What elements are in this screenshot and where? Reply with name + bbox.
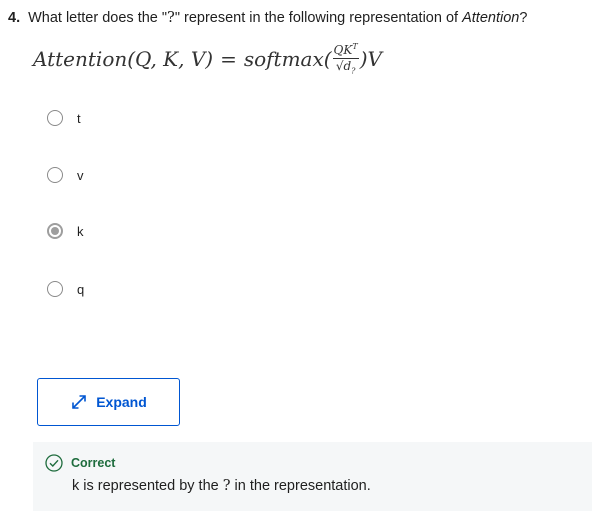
radio-button[interactable] [47,281,63,297]
expand-button[interactable]: Expand [37,378,180,426]
formula-numerator-sup: T [352,42,358,51]
formula-denominator-sub: ? [351,66,356,76]
question-text-middle: " represent in the following representat… [174,10,463,26]
expand-button-label: Expand [96,394,147,410]
radio-button[interactable] [47,167,63,183]
expand-arrows-icon [70,393,88,411]
attention-formula: Attention(Q, K, V) = softmax( QKT √d? )V [33,40,382,77]
question-term: Attention [462,10,520,26]
explanation-before: k is represented by the [72,478,223,494]
question-text-end: ? [519,10,528,26]
question-text: 4. What letter does the "?" represent in … [8,8,586,28]
formula-lhs: Attention(Q, K, V) [33,46,214,71]
radio-button[interactable] [47,110,63,126]
feedback-panel: Correct k is represented by the ? in the… [33,442,592,511]
formula-numerator-base: QK [333,43,353,57]
formula-equals: = [220,46,237,71]
explanation-symbol: ? [222,478,231,494]
question-symbol: ? [167,10,175,26]
formula-denominator-root: √d [335,59,352,73]
option-label: t [77,110,81,126]
option-q[interactable]: q [47,278,84,300]
option-k[interactable]: k [47,220,84,242]
option-t[interactable]: t [47,107,81,129]
formula-close: )V [359,46,382,71]
formula-fraction: QKT √d? [332,40,359,77]
option-label: q [77,281,85,297]
option-v[interactable]: v [47,164,84,186]
correct-label: Correct [71,456,116,470]
formula-denominator: √d? [336,59,356,77]
option-label: v [77,167,84,183]
feedback-explanation: k is represented by the ? in the represe… [72,478,371,494]
correct-status: Correct [45,454,115,472]
option-label: k [77,223,84,239]
explanation-after: in the representation. [230,478,371,494]
check-circle-icon [45,454,63,472]
radio-button-selected[interactable] [47,223,63,239]
formula-numerator: QKT [332,40,359,59]
question-number: 4. [8,10,21,26]
question-text-before: What letter does the " [28,10,168,26]
formula-function: softmax( [243,46,332,71]
